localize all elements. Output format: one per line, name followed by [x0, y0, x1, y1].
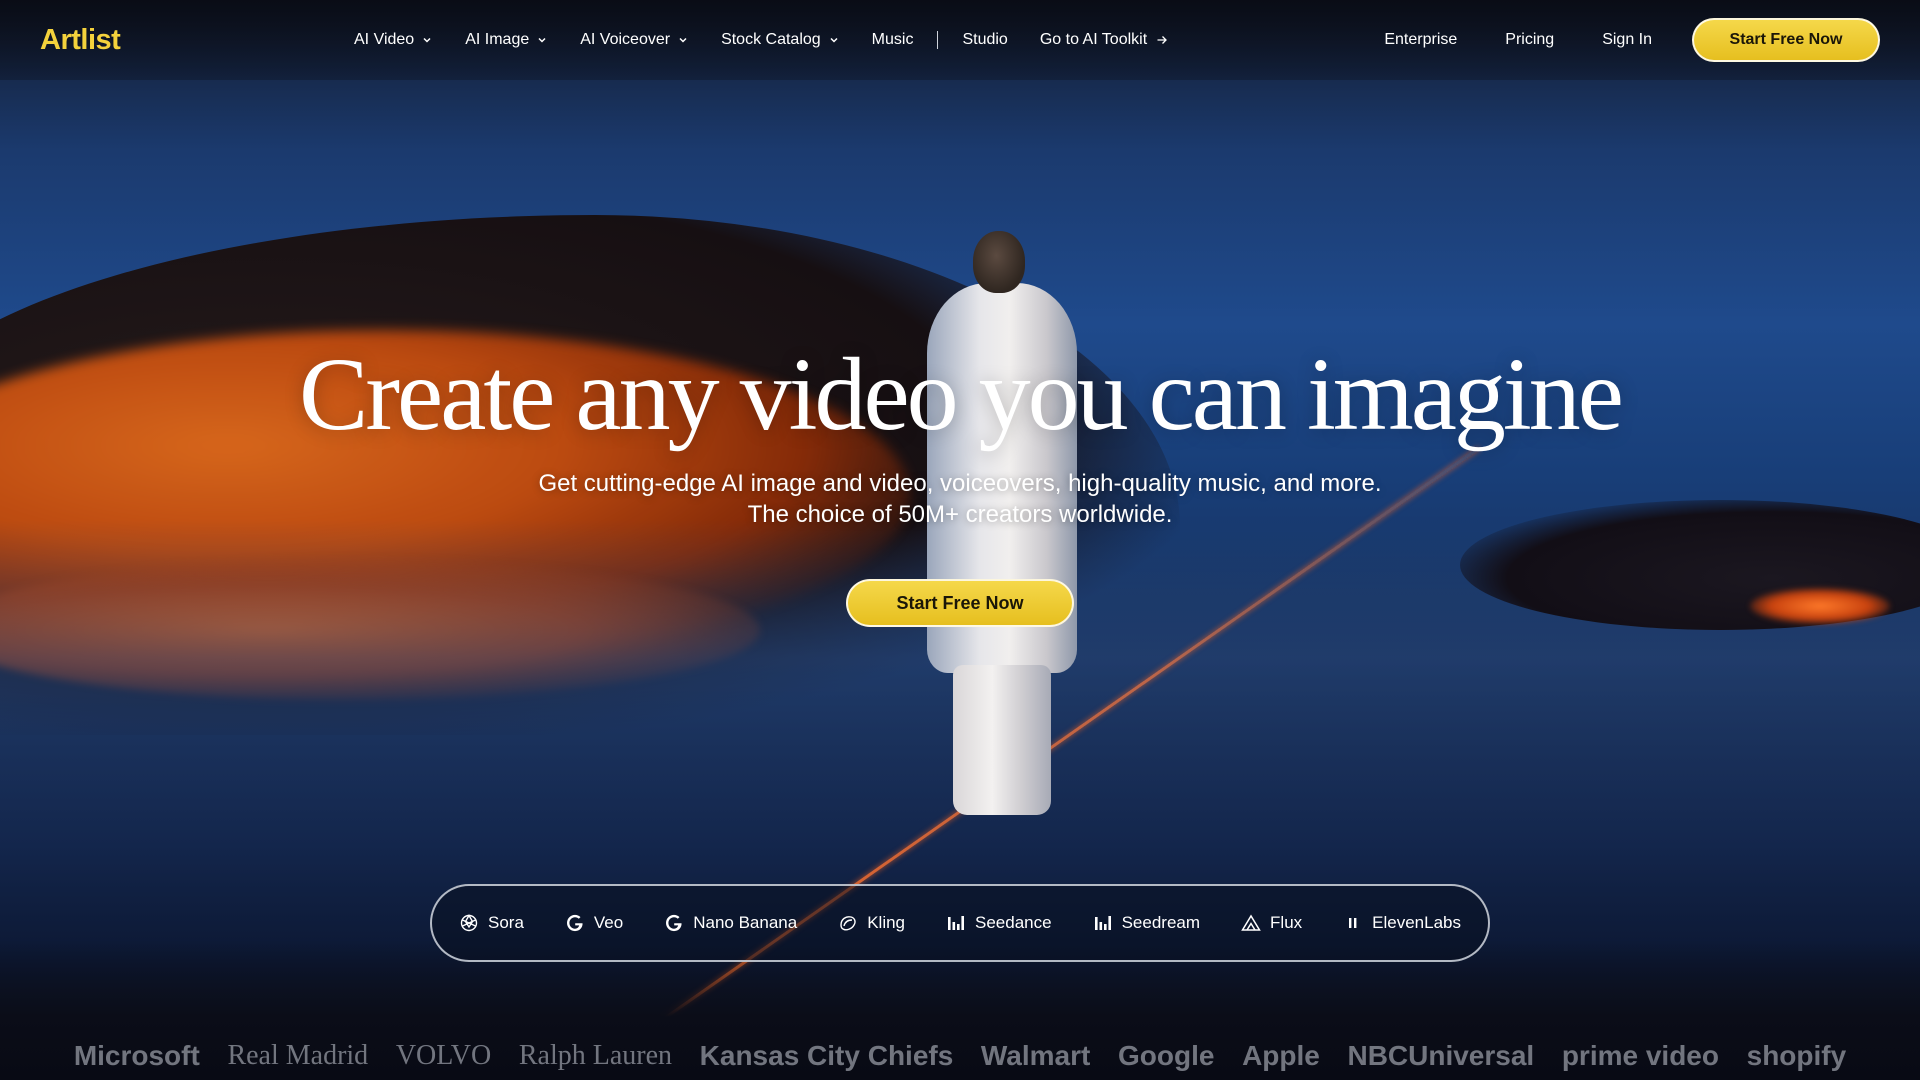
brand-logo-google: Google	[1117, 1040, 1215, 1071]
brand-logo-microsoft: Microsoft	[73, 1040, 200, 1071]
model-veo[interactable]: Veo	[565, 913, 623, 933]
nav-ai-image-label: AI Image	[465, 31, 530, 48]
sign-in-link[interactable]: Sign In	[1602, 31, 1652, 49]
brand-logo-apple: Apple	[1242, 1040, 1320, 1071]
brand-logo-nbcuniversal: NBCUniversal	[1347, 1040, 1535, 1071]
nav-music[interactable]: Music	[872, 31, 914, 49]
model-veo-label: Veo	[593, 913, 624, 932]
far-glow	[1750, 588, 1890, 624]
nav-ai-video[interactable]: AI Video	[354, 31, 433, 49]
hero-title: Create any video you can imagine	[299, 337, 1624, 452]
brand-logo-real-madrid: Real Madrid	[227, 1040, 369, 1071]
chevron-down-icon	[830, 37, 838, 43]
arrow-right-icon	[1157, 36, 1168, 44]
model-kling-label: Kling	[867, 913, 906, 932]
figure-legs	[953, 665, 1051, 815]
brand-logos-strip: Microsoft Real Madrid VOLVO Ralph Lauren…	[0, 1040, 1920, 1080]
figure-head	[973, 231, 1025, 293]
chevron-down-icon	[538, 37, 546, 43]
nav-stock-catalog[interactable]: Stock Catalog	[721, 31, 840, 49]
chevron-down-icon	[679, 37, 687, 43]
model-sora[interactable]: Sora	[459, 913, 524, 933]
model-flux-label: Flux	[1270, 913, 1303, 932]
nav-pricing[interactable]: Pricing	[1505, 31, 1554, 49]
triangle-icon	[1241, 914, 1261, 931]
brand-logo-shopify: shopify	[1746, 1040, 1847, 1071]
chevron-down-icon	[423, 37, 431, 43]
hero-start-free-button[interactable]: Start Free Now	[846, 579, 1074, 627]
google-g-icon	[666, 914, 682, 932]
google-g-icon	[566, 914, 583, 932]
hero-subtitle-line-1: Get cutting-edge AI image and video, voi…	[538, 470, 1382, 497]
model-flux[interactable]: Flux	[1241, 913, 1302, 933]
nav-studio-label: Studio	[962, 31, 1008, 48]
nav-stock-catalog-label: Stock Catalog	[721, 31, 821, 48]
hero-subtitle-line-2: The choice of 50M+ creators worldwide.	[747, 501, 1173, 528]
nav-ai-toolkit[interactable]: Go to AI Toolkit	[1040, 31, 1168, 49]
ai-models-bar: Sora Veo Nano Banana Kling Seedance Seed…	[430, 884, 1490, 962]
nav-ai-voiceover[interactable]: AI Voiceover	[580, 31, 689, 49]
pause-icon	[1349, 918, 1357, 928]
model-seedance-label: Seedance	[975, 913, 1052, 932]
model-elevenlabs-label: ElevenLabs	[1372, 913, 1461, 932]
model-nano-banana-label: Nano Banana	[693, 913, 798, 932]
nav-ai-toolkit-label: Go to AI Toolkit	[1039, 31, 1148, 48]
top-navigation: Artlist AI Video AI Image AI Voiceover S…	[0, 0, 1920, 80]
openai-icon	[460, 914, 478, 932]
nav-music-label: Music	[871, 31, 914, 48]
model-nano-banana[interactable]: Nano Banana	[664, 913, 797, 933]
nav-ai-voiceover-label: AI Voiceover	[580, 31, 671, 48]
model-seedream-label: Seedream	[1121, 913, 1201, 932]
model-seedance[interactable]: Seedance	[946, 913, 1052, 933]
brand-logo-ralph-lauren: Ralph Lauren	[518, 1040, 673, 1071]
account-menu: Enterprise Pricing Sign In Start Free No…	[1384, 18, 1880, 62]
nav-ai-image[interactable]: AI Image	[465, 31, 548, 49]
nav-ai-video-label: AI Video	[354, 31, 415, 48]
hero-subtitle: Get cutting-edge AI image and video, voi…	[0, 468, 1920, 530]
brand-logo-walmart: Walmart	[980, 1040, 1091, 1071]
model-sora-label: Sora	[487, 913, 524, 932]
kling-icon	[840, 916, 856, 931]
nav-studio[interactable]: Studio	[962, 31, 1007, 49]
brand-logo-volvo: VOLVO	[395, 1040, 492, 1071]
bars-icon	[948, 916, 965, 930]
main-menu: AI Video AI Image AI Voiceover Stock Cat…	[354, 31, 1200, 49]
model-elevenlabs[interactable]: ElevenLabs	[1343, 913, 1461, 933]
model-kling[interactable]: Kling	[838, 913, 905, 933]
model-seedream[interactable]: Seedream	[1093, 913, 1200, 933]
bars-icon	[1094, 916, 1111, 930]
brand-logo-chiefs: Kansas City Chiefs	[699, 1040, 954, 1071]
start-free-now-button[interactable]: Start Free Now	[1692, 18, 1880, 62]
nav-enterprise[interactable]: Enterprise	[1384, 31, 1457, 49]
brand-logo-prime-video: prime video	[1561, 1040, 1719, 1071]
nav-divider	[937, 31, 939, 49]
artlist-logo[interactable]: Artlist	[40, 24, 240, 57]
